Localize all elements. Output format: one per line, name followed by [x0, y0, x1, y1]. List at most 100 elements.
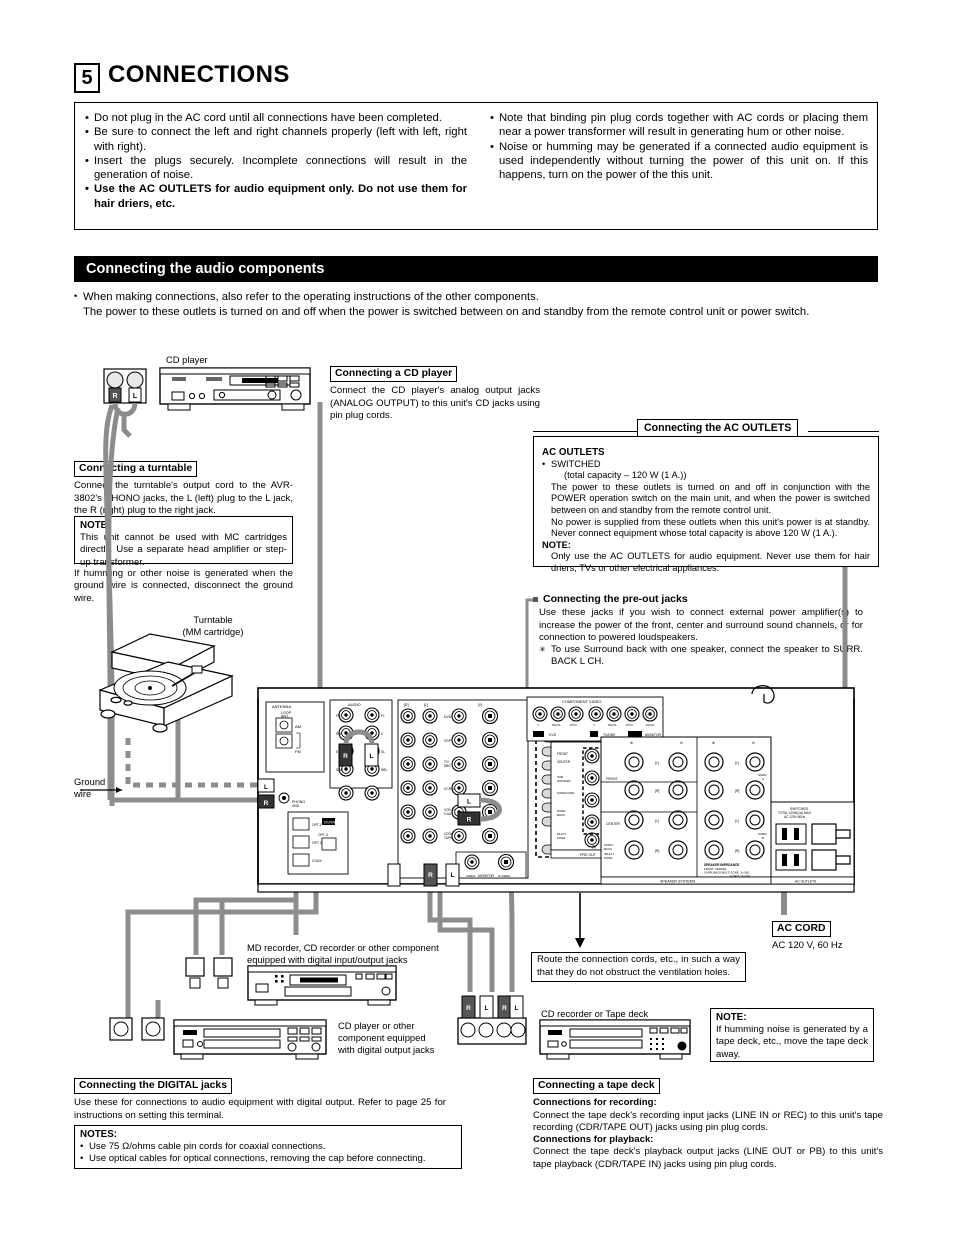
ventilation-note: Route the connection cords, etc., in suc… [531, 952, 746, 982]
tape-deck-callout: Connecting a tape deck Connections for r… [533, 1078, 883, 1171]
svg-text:Y: Y [593, 723, 595, 727]
svg-text:[L]: [L] [655, 761, 659, 765]
svg-text:TV/DBS: TV/DBS [603, 733, 616, 737]
svg-text:SURR.: SURR. [758, 832, 768, 836]
svg-text:MULTI: MULTI [557, 832, 566, 836]
svg-text:VCR-1: VCR-1 [444, 787, 454, 791]
svg-text:A OR B : 6~16Ω: A OR B : 6~16Ω [730, 874, 750, 878]
svg-text:Pr/Cr: Pr/Cr [570, 723, 577, 727]
ac-cord-cable [756, 687, 787, 915]
tape-plug-group: R L R L [457, 995, 527, 1045]
ac-cord-body: AC 120 V, 60 Hz [772, 940, 843, 952]
svg-text:[R]: [R] [655, 789, 659, 793]
cd-player-heading: Connecting a CD player [330, 366, 458, 383]
top-notes-box: Do not plug in the AC cord until all con… [74, 102, 878, 230]
svg-text:⊕: ⊕ [712, 741, 715, 745]
band-note-text: When making connections, also refer to t… [83, 291, 539, 303]
cd-player-device-label: CD player [166, 354, 208, 365]
cable-tape-1 [427, 830, 473, 992]
top-note-item: Use the AC OUTLETS for audio equipment o… [85, 182, 467, 211]
ac-outlets-note-title: NOTE: [542, 539, 571, 550]
svg-text:FM: FM [295, 749, 301, 754]
svg-text:SPEAKER IMPEDANCE: SPEAKER IMPEDANCE [704, 863, 739, 867]
tape-note-body: If humming noise is generated by a tape … [716, 1024, 868, 1060]
svg-text:OPT-1: OPT-1 [312, 823, 322, 827]
ac-outlets-callout: AC OUTLETS • SWITCHED (total capacity – … [533, 436, 879, 573]
top-note-item: Do not plug in the AC cord until all con… [85, 111, 467, 126]
ac-plug-lower [811, 849, 851, 871]
svg-text:TAPE: TAPE [444, 836, 452, 840]
svg-text:FRONT, CENTER,: FRONT, CENTER, [704, 867, 727, 871]
ground-wire-label: Ground wire [74, 776, 124, 800]
pre-out-body: Use these jacks if you wish to connect e… [539, 607, 863, 643]
digital-jacks-callout: Connecting the DIGITAL jacks Use these f… [74, 1078, 446, 1122]
svg-text:SBR: SBR [336, 768, 344, 772]
ac-plug-upper [811, 823, 851, 845]
turntable-after-text: If humming or other noise is generated w… [74, 568, 293, 604]
top-notes-right: Note that binding pin plug cords togethe… [490, 111, 868, 182]
tape-deck-device-label: CD recorder or Tape deck [541, 1008, 649, 1019]
md-recorder-label: MD recorder, CD recorder or other compon… [247, 942, 477, 966]
svg-text:SURROUND: SURROUND [557, 791, 575, 795]
svg-text:DIGITAL: DIGITAL [324, 821, 336, 825]
cd-digital-plug [109, 1017, 165, 1041]
ground-label-line2: wire [74, 788, 92, 799]
svg-text:AC OUTLETS: AC OUTLETS [795, 880, 817, 884]
top-note-item: Insert the plugs securely. Incomplete co… [85, 154, 467, 183]
vent-arrow-head [575, 938, 585, 948]
svg-text:⊕: ⊕ [630, 741, 633, 745]
ac-outlets-note-body: Only use the AC OUTLETS for audio equipm… [551, 551, 870, 573]
svg-text:AM: AM [295, 724, 301, 729]
svg-text:COMPONENT VIDEO: COMPONENT VIDEO [562, 699, 602, 704]
svg-text:TV/: TV/ [444, 760, 449, 764]
digital-jacks-body: Use these for connections to audio equip… [74, 1097, 446, 1121]
digital-note-item: Use optical cables for optical connectio… [80, 1153, 456, 1165]
ac-cord-hook [751, 685, 775, 704]
svg-text:SURR.: SURR. [557, 809, 567, 813]
digital-notes-box: NOTES: Use 75 Ω/ohms cable pin cords for… [74, 1125, 462, 1169]
top-note-item: Note that binding pin plug cords togethe… [490, 111, 868, 140]
svg-text:BACK: BACK [604, 847, 612, 851]
ac-outlets-heading: Connecting the AC OUTLETS [637, 419, 799, 437]
ac-outlets-p1: The power to these outlets is turned on … [551, 481, 870, 515]
plug-pair-panel-bottom: R L [387, 863, 460, 887]
cd-player-body: Connect the CD player's analog output ja… [330, 385, 540, 421]
ac-outlets-switched: • SWITCHED [542, 458, 601, 469]
receiver-rear-panel: ANTENNA LOOP ANT. AM FM AUDIO FR FL SW C [257, 685, 855, 893]
svg-text:Pr/Cr: Pr/Cr [626, 723, 633, 727]
turntable-after-note: If humming or other noise is generated w… [74, 568, 293, 605]
svg-text:[L]: [L] [655, 819, 659, 823]
cd-player-callout: Connecting a CD player Connect the CD pl… [330, 366, 540, 422]
turntable-device-label: Turntable (MM cartridge) [158, 614, 268, 638]
tape-deck-heading: Connecting a tape deck [533, 1078, 660, 1095]
plug-pair-cd: R L [103, 368, 147, 417]
svg-text:SUB: SUB [557, 775, 563, 779]
svg-text:L: L [451, 872, 455, 879]
pre-out-heading: Connecting the pre-out jacks [533, 593, 863, 605]
cd-digital-line2: component equipped [338, 1032, 426, 1043]
section-number: 5 [74, 63, 100, 93]
turntable-label-line2: (MM cartridge) [182, 626, 244, 637]
svg-text:R: R [264, 800, 269, 807]
svg-text:R: R [343, 753, 348, 760]
svg-text:R: R [428, 872, 433, 879]
turntable-body: Connect the turntable's output cord to t… [74, 480, 293, 516]
pre-out-star-line: ✳ To use Surround back with one speaker,… [533, 644, 863, 669]
svg-text:[R]: [R] [735, 789, 739, 793]
cd-player-device [159, 367, 311, 411]
plug-pair-panel-top: R L [338, 729, 379, 767]
digital-notes-title: NOTES: [80, 1129, 118, 1140]
svg-text:R: R [467, 817, 472, 824]
digital-jacks-heading: Connecting the DIGITAL jacks [74, 1078, 232, 1095]
tape-deck-device [539, 1019, 691, 1060]
svg-text:OPT-3: OPT-3 [318, 833, 328, 837]
svg-text:VCR-2/: VCR-2/ [444, 808, 455, 812]
svg-text:R: R [112, 393, 117, 400]
section-band-title: Connecting the audio components [74, 256, 878, 282]
ground-label-line1: Ground [74, 776, 106, 787]
turntable-device [98, 633, 234, 733]
svg-text:SR: SR [336, 750, 341, 754]
ac-outlets-rule-left [533, 431, 637, 432]
cd-player-digital-device [173, 1019, 327, 1060]
svg-text:L: L [515, 1005, 519, 1012]
